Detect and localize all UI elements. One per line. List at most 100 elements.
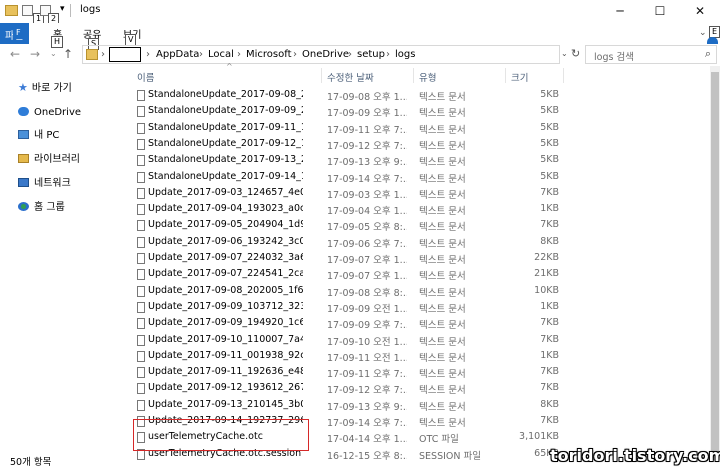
file-size: 21KB	[534, 268, 559, 280]
file-type: 텍스트 문서	[419, 238, 466, 250]
file-row[interactable]: StandaloneUpdate_2017-09-11_193504... 17-…	[131, 121, 711, 137]
file-row[interactable]: Update_2017-09-09_103712_3234-439... 17-0…	[131, 300, 711, 316]
file-date: 17-09-07 오후 1...	[327, 255, 407, 266]
column-header-date[interactable]: 수정한 날짜	[327, 70, 374, 84]
sidebar-item-libraries[interactable]: 라이브러리	[18, 152, 80, 168]
ribbon-expand-icon[interactable]: ⌄	[699, 28, 707, 38]
file-row[interactable]: Update_2017-09-07_224541_2ca4-2ca... 17-0…	[131, 267, 711, 283]
text-document-icon	[137, 334, 145, 346]
breadcrumb-appdata[interactable]: AppData	[156, 49, 199, 60]
column-divider[interactable]	[413, 68, 414, 83]
text-document-icon	[137, 367, 145, 379]
address-bar[interactable]: › › AppData › Local › Microsoft › OneDri…	[82, 45, 560, 64]
sidebar-item-onedrive[interactable]: OneDrive	[18, 105, 81, 121]
breadcrumb-logs[interactable]: logs	[395, 49, 415, 60]
file-name: Update_2017-09-07_224032_3a64-10c...	[148, 252, 303, 263]
file-row[interactable]: StandaloneUpdate_2017-09-13_210428... 17-…	[131, 153, 711, 169]
file-date: 17-09-13 오후 9:...	[327, 157, 407, 169]
file-size: 5KB	[540, 105, 559, 117]
file-type: 텍스트 문서	[419, 320, 466, 332]
up-arrow-icon[interactable]: ↑	[63, 47, 73, 61]
column-divider[interactable]	[563, 68, 564, 83]
sidebar-item-label: 라이브러리	[34, 154, 80, 165]
file-row[interactable]: Update_2017-09-11_192636_e48-e6c.log 17-0…	[131, 365, 711, 381]
sidebar-item-this-pc[interactable]: 내 PC	[18, 128, 59, 144]
address-row: ← → ⌄ ↑ › › AppData › Local › Microsoft …	[0, 44, 720, 66]
breadcrumb-separator: ›	[237, 49, 241, 60]
file-type: 텍스트 문서	[419, 418, 466, 429]
file-name: Update_2017-09-05_204904_1d98-40d...	[148, 219, 303, 231]
scrollbar-thumb[interactable]	[711, 72, 719, 452]
text-document-icon	[137, 187, 145, 199]
file-type: 텍스트 문서	[419, 401, 466, 413]
column-divider[interactable]	[321, 68, 322, 83]
text-document-icon	[137, 171, 145, 183]
file-row[interactable]: Update_2017-09-07_224032_3a64-10c... 17-0…	[131, 251, 711, 267]
sidebar-item-quick-access[interactable]: ★ 바로 가기	[18, 80, 72, 96]
breadcrumb-onedrive[interactable]: OneDrive	[302, 49, 349, 60]
address-dropdown-icon[interactable]: ⌄	[561, 49, 568, 58]
chevron-down-icon[interactable]: ▾	[60, 4, 65, 14]
file-row[interactable]: Update_2017-09-13_210145_3b0-31ac... 17-0…	[131, 398, 711, 414]
search-input[interactable]: logs 검색 ⌕	[585, 45, 717, 64]
breadcrumb-hidden-user[interactable]	[109, 47, 141, 62]
file-row[interactable]: Update_2017-09-06_193242_3c0c-f44.l... 17…	[131, 235, 711, 251]
sidebar-item-label: 내 PC	[34, 130, 60, 141]
recent-dropdown-icon[interactable]: ⌄	[50, 49, 57, 58]
breadcrumb-microsoft[interactable]: Microsoft	[246, 49, 292, 60]
file-row[interactable]: Update_2017-09-12_193612_2670-2c3... 17-0…	[131, 381, 711, 397]
file-row[interactable]: Update_2017-09-04_193023_a0c-1e4l... 17-0…	[131, 202, 711, 218]
file-row[interactable]: Update_2017-09-11_001938_92c-25f8.l... 17…	[131, 349, 711, 365]
file-date: 17-09-08 오후 8:...	[327, 287, 407, 299]
column-header-type[interactable]: 유형	[419, 70, 436, 84]
file-date: 17-09-08 오후 1...	[327, 92, 407, 103]
breadcrumb-separator: ›	[101, 49, 105, 60]
column-header-name[interactable]: 이름	[137, 70, 154, 84]
file-row[interactable]: StandaloneUpdate_2017-09-14_193409... 17-…	[131, 170, 711, 186]
search-icon: ⌕	[704, 47, 711, 60]
file-row[interactable]: Update_2017-09-10_110007_7a4-3a08... 17-0…	[131, 333, 711, 349]
file-type: 텍스트 문서	[419, 222, 466, 234]
file-row[interactable]: Update_2017-09-05_204904_1d98-40d... 17-0…	[131, 218, 711, 234]
breadcrumb-setup[interactable]: setup	[357, 49, 385, 60]
column-header-size[interactable]: 크기	[511, 70, 528, 84]
file-date: 17-09-14 오후 7:...	[327, 173, 407, 185]
file-type: 텍스트 문서	[419, 255, 466, 266]
maximize-button[interactable]: ☐	[640, 0, 680, 23]
refresh-icon[interactable]: ↻	[571, 47, 580, 60]
breadcrumb-separator: ›	[199, 49, 203, 60]
minimize-button[interactable]: ─	[600, 0, 640, 23]
file-size: 10KB	[534, 284, 559, 296]
file-date: 17-09-11 오후 7:...	[327, 124, 407, 136]
sidebar-item-homegroup[interactable]: 홈 그룹	[18, 200, 65, 216]
file-size: 1KB	[540, 203, 559, 215]
title-divider	[70, 4, 71, 17]
file-row[interactable]: Update_2017-09-09_194920_1c6c-14d... 17-0…	[131, 316, 711, 332]
text-document-icon	[137, 204, 145, 216]
file-row[interactable]: StandaloneUpdate_2017-09-12_193811... 17-…	[131, 137, 711, 153]
close-button[interactable]: ✕	[680, 0, 720, 23]
back-arrow-icon[interactable]: ←	[10, 47, 20, 61]
file-size: 5KB	[540, 137, 559, 149]
file-row[interactable]: Update_2017-09-03_124657_4e0-451c.... 17-…	[131, 186, 711, 202]
file-name: Update_2017-09-07_224541_2ca4-2ca...	[148, 268, 303, 280]
breadcrumb-local[interactable]: Local	[208, 49, 234, 60]
text-document-icon	[137, 106, 145, 118]
file-name: StandaloneUpdate_2017-09-09_230701...	[148, 105, 303, 117]
forward-arrow-icon[interactable]: →	[30, 47, 40, 61]
file-type: 텍스트 문서	[419, 124, 466, 136]
file-row[interactable]: StandaloneUpdate_2017-09-09_230701... 17-…	[131, 104, 711, 120]
file-name: Update_2017-09-11_001938_92c-25f8.l...	[148, 349, 303, 361]
folder-icon	[86, 49, 98, 60]
sidebar-item-network[interactable]: 네트워크	[18, 176, 71, 192]
column-divider[interactable]	[505, 68, 506, 83]
file-row[interactable]: Update_2017-09-08_202005_1f60-216... 17-0…	[131, 284, 711, 300]
file-date: 17-09-06 오후 7:...	[327, 238, 407, 250]
help-icon[interactable]	[707, 37, 718, 44]
file-date: 17-09-09 오후 1...	[327, 108, 407, 120]
text-document-icon	[137, 350, 145, 362]
file-row[interactable]: StandaloneUpdate_2017-09-08_230344... 17-…	[131, 88, 711, 104]
file-date: 17-09-13 오후 9:...	[327, 401, 407, 413]
file-type: 텍스트 문서	[419, 108, 466, 120]
properties-quick-icon[interactable]	[22, 5, 33, 16]
